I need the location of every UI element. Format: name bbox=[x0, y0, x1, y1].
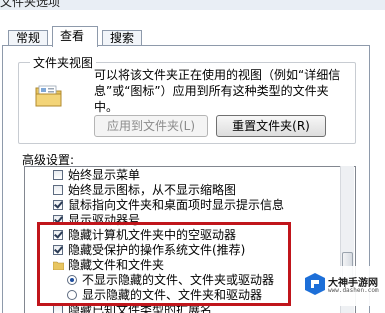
list-item[interactable]: 隐藏已知文件类型的扩展名 bbox=[25, 303, 340, 313]
folder-options-dialog: 文件夹选项 常规 查看 搜索 文件夹视图 可以将该文件夹正在使用的视图（例如“详… bbox=[0, 0, 385, 313]
tab-general[interactable]: 常规 bbox=[8, 30, 48, 46]
radio-button[interactable] bbox=[67, 275, 77, 285]
checkbox[interactable] bbox=[53, 245, 63, 255]
list-item-label: 始终显示图标，从不显示缩略图 bbox=[68, 183, 237, 197]
list-item-label: 隐藏已知文件类型的扩展名 bbox=[68, 303, 213, 313]
title-bar: 文件夹选项 bbox=[0, 0, 385, 10]
window-title: 文件夹选项 bbox=[0, 0, 61, 9]
apply-to-folders-button[interactable]: 应用到文件夹(L) bbox=[94, 115, 208, 137]
folder-views-description: 可以将该文件夹正在使用的视图（例如“详细信息”或“图标”）应用到所有这种类型的文… bbox=[94, 68, 341, 114]
list-item[interactable]: 隐藏计算机文件夹中的空驱动器 bbox=[25, 228, 340, 243]
list-item-label: 隐藏计算机文件夹中的空驱动器 bbox=[68, 228, 237, 242]
list-item[interactable]: 隐藏受保护的操作系统文件(推荐) bbox=[25, 243, 340, 258]
list-item-label: 显示驱动器号 bbox=[68, 213, 141, 227]
list-item[interactable]: 显示驱动器号 bbox=[25, 213, 340, 228]
list-item[interactable]: 始终显示菜单 bbox=[25, 168, 340, 183]
checkbox[interactable] bbox=[53, 170, 63, 180]
tab-strip: 常规 查看 搜索 bbox=[0, 24, 385, 47]
list-item[interactable]: 始终显示图标，从不显示缩略图 bbox=[25, 183, 340, 198]
watermark-url: www.dashen.com bbox=[328, 287, 379, 294]
list-item-label: 不显示隐藏的文件、文件夹或驱动器 bbox=[82, 273, 275, 287]
list-item: 隐藏文件和文件夹 bbox=[25, 258, 340, 273]
checkbox[interactable] bbox=[53, 305, 63, 313]
reset-folders-button[interactable]: 重置文件夹(R) bbox=[216, 115, 326, 137]
list-item-label: 隐藏受保护的操作系统文件(推荐) bbox=[68, 243, 246, 257]
tab-search[interactable]: 搜索 bbox=[102, 30, 142, 46]
checkbox[interactable] bbox=[53, 215, 63, 225]
folder-views-icon bbox=[34, 82, 64, 108]
tab-view[interactable]: 查看 bbox=[52, 26, 98, 47]
checkbox[interactable] bbox=[53, 185, 63, 195]
site-watermark: 大神手游网 www.dashen.com bbox=[300, 266, 380, 306]
radio-button[interactable] bbox=[67, 290, 77, 300]
list-item[interactable]: 显示隐藏的文件、文件夹和驱动器 bbox=[25, 288, 340, 303]
checkbox[interactable] bbox=[53, 200, 63, 210]
list-item-label: 始终显示菜单 bbox=[68, 168, 141, 182]
list-item-label: 显示隐藏的文件、文件夹和驱动器 bbox=[82, 288, 263, 302]
site-logo-icon bbox=[304, 272, 326, 296]
folder-icon bbox=[52, 260, 65, 271]
list-item-label: 鼠标指向文件夹和桌面项时显示提示信息 bbox=[68, 198, 285, 212]
checkbox[interactable] bbox=[53, 230, 63, 240]
list-item[interactable]: 不显示隐藏的文件、文件夹或驱动器 bbox=[25, 273, 340, 288]
list-item-label: 隐藏文件和文件夹 bbox=[68, 258, 165, 272]
folder-views-legend: 文件夹视图 bbox=[30, 54, 97, 71]
list-item[interactable]: 鼠标指向文件夹和桌面项时显示提示信息 bbox=[25, 198, 340, 213]
